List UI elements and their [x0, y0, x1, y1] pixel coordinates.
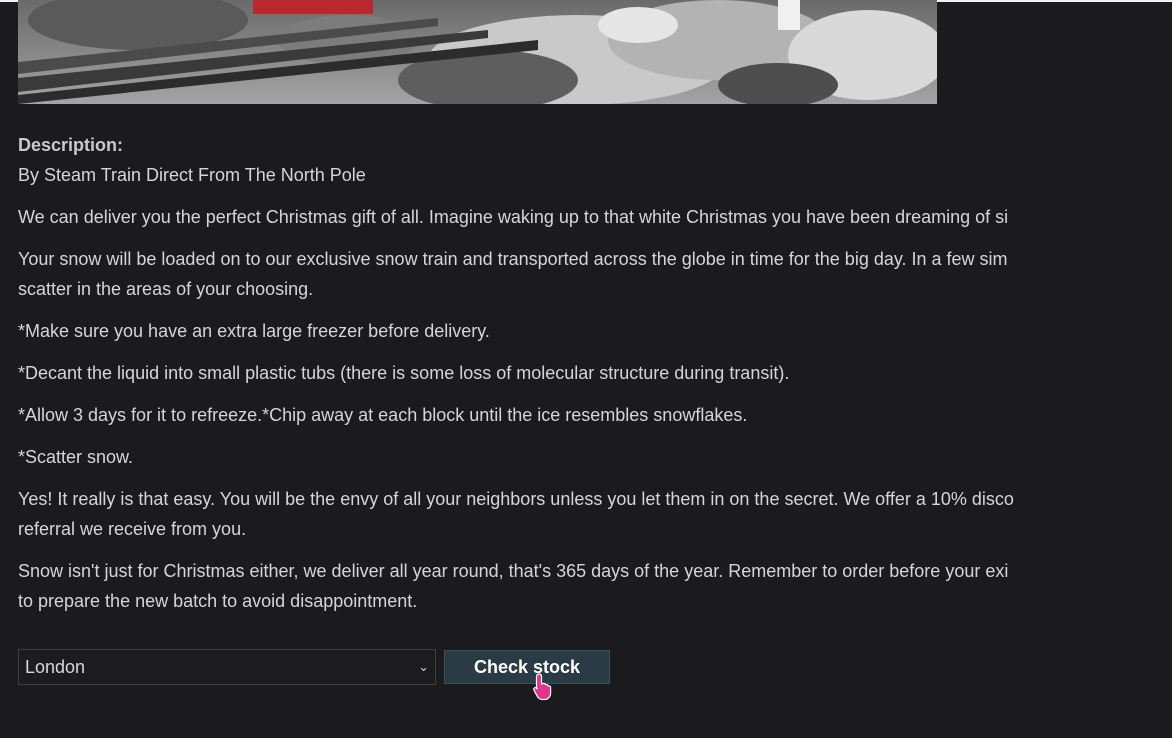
chevron-down-icon: ⌄ [418, 659, 429, 674]
description-paragraph: *Decant the liquid into small plastic tu… [18, 363, 790, 383]
description-paragraph: *Allow 3 days for it to refreeze.*Chip a… [18, 405, 748, 425]
description-paragraph: referral we receive from you. [18, 519, 247, 539]
hand-pointer-icon [532, 672, 556, 707]
description-paragraph: *Make sure you have an extra large freez… [18, 321, 490, 341]
location-select[interactable]: London ⌄ [18, 649, 436, 685]
description-section: Description: By Steam Train Direct From … [18, 130, 1172, 628]
description-subtitle: By Steam Train Direct From The North Pol… [18, 165, 366, 185]
description-label: Description: [18, 135, 124, 155]
description-paragraph: to prepare the new batch to avoid disapp… [18, 591, 418, 611]
location-selected-value: London [25, 657, 86, 677]
check-stock-button[interactable]: Check stock [444, 650, 610, 684]
description-paragraph: Yes! It really is that easy. You will be… [18, 489, 1014, 509]
description-paragraph: We can deliver you the perfect Christmas… [18, 207, 1009, 227]
description-paragraph: Your snow will be loaded on to our exclu… [18, 249, 1008, 269]
description-paragraph: *Scatter snow. [18, 447, 134, 467]
description-paragraph: Snow isn't just for Christmas either, we… [18, 561, 1009, 581]
description-paragraph: scatter in the areas of your choosing. [18, 279, 314, 299]
product-image [18, 0, 937, 104]
